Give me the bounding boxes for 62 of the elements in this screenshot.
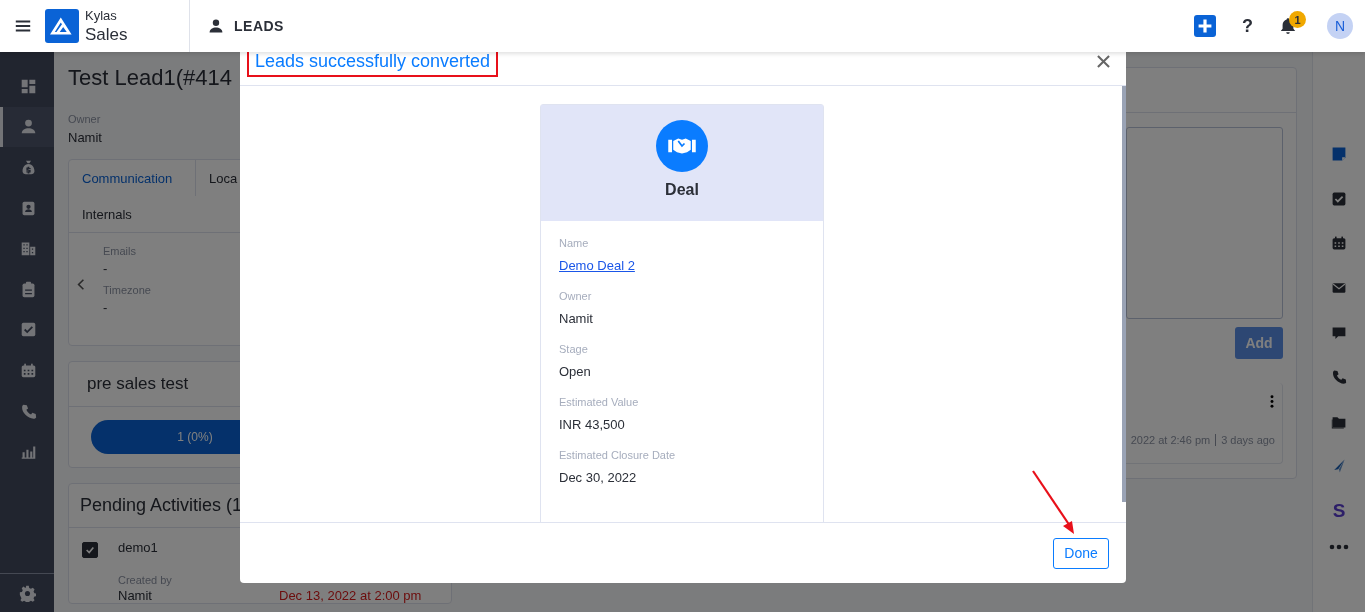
field-value: - [103, 300, 109, 315]
section-title: LEADS [234, 18, 284, 34]
money-bag-icon [20, 159, 37, 176]
note-icon[interactable] [1331, 146, 1347, 163]
handshake-icon [656, 120, 708, 172]
field-label: Name [559, 237, 590, 249]
person-icon [20, 118, 37, 136]
card-title: Deal [665, 181, 699, 199]
done-button[interactable]: Done [1053, 537, 1109, 569]
settings-icon[interactable] [18, 584, 36, 602]
chevron-left-icon[interactable] [77, 277, 85, 291]
activity-name: demo1 [118, 540, 159, 557]
field-value: INR 43,500 [559, 417, 626, 432]
deal-link[interactable]: Demo Deal 2 [559, 258, 635, 273]
user-avatar[interactable]: N [1327, 13, 1353, 39]
logo-icon [45, 9, 79, 43]
scrollbar[interactable] [1122, 86, 1126, 502]
product-name: Sales [85, 26, 129, 43]
field-label: Timezone [103, 284, 152, 296]
calendar-icon[interactable] [1331, 235, 1347, 252]
notification-badge: 1 [1289, 11, 1306, 28]
app-name: Kylas [85, 9, 118, 22]
field-label: Created by [118, 574, 173, 586]
checkbox[interactable] [82, 542, 98, 558]
add-button[interactable]: Add [1235, 327, 1283, 359]
field-value: Open [559, 364, 592, 379]
due-date: Dec 13, 2022 at 2:00 pm [279, 588, 423, 603]
checkbox-icon[interactable] [1331, 190, 1347, 207]
calendar-icon [20, 361, 37, 379]
field-label: Owner [559, 290, 593, 302]
field-label: Emails [103, 245, 137, 257]
note-age: 3 days ago [1221, 434, 1275, 446]
field-value: Namit [68, 130, 103, 145]
tab[interactable]: Loca [196, 160, 451, 196]
bar-chart-icon [20, 443, 37, 461]
building-icon [20, 240, 37, 258]
nav-item[interactable] [0, 106, 54, 148]
help-button[interactable]: ? [1236, 15, 1259, 37]
add-button[interactable] [1194, 15, 1216, 37]
chat-bubble-icon[interactable] [1331, 324, 1347, 341]
field-label: Estimated Value [559, 396, 640, 408]
menu-icon[interactable] [14, 18, 31, 34]
note-input[interactable] [1126, 127, 1283, 319]
person-icon [208, 18, 224, 34]
phone-icon [20, 402, 37, 420]
dashboard-icon [20, 77, 37, 95]
tab[interactable]: Communication [69, 160, 196, 196]
tab[interactable]: Internals [69, 196, 196, 232]
page-title: Test Lead1(#414 [68, 65, 233, 91]
field-value: - [103, 261, 109, 276]
clipboard-icon [20, 280, 37, 298]
field-value: Namit [559, 311, 594, 326]
checkbox-icon [20, 321, 37, 339]
field-label: Stage [559, 343, 589, 355]
checkmark-icon [85, 545, 95, 555]
kebab-menu-icon[interactable] [1270, 395, 1274, 408]
field-value: Dec 30, 2022 [559, 470, 638, 485]
phone-icon[interactable] [1331, 369, 1347, 386]
field-value: Namit [118, 588, 153, 603]
field-label: Estimated Closure Date [559, 449, 677, 461]
contact-card-icon [20, 199, 37, 217]
rail-link[interactable]: S [1332, 500, 1346, 523]
